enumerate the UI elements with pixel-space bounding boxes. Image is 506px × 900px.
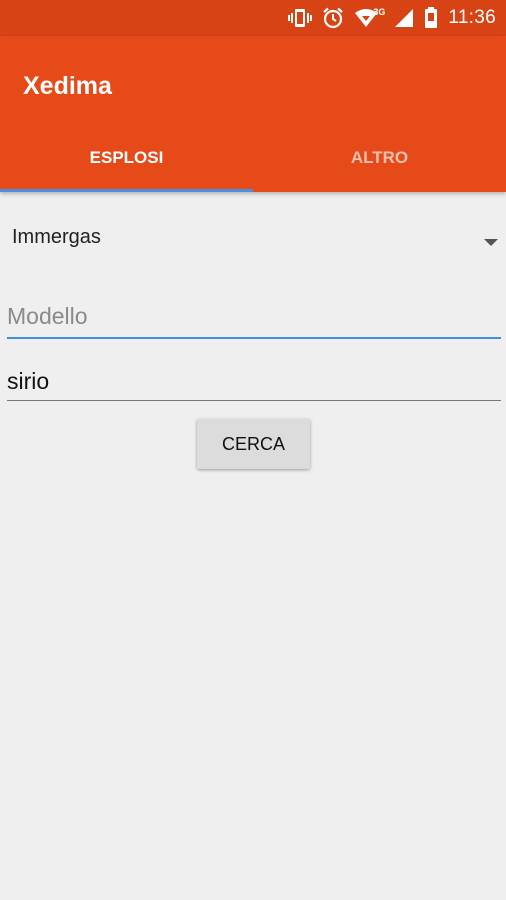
tab-esplosi[interactable]: ESPLOSI [0,124,253,192]
app-bar: Xedima ESPLOSI ALTRO [0,36,506,192]
dropdown-arrow-icon [484,234,498,252]
wifi-icon: 3G [354,7,386,29]
signal-icon [394,8,414,28]
status-icons: 3G 11:36 [288,0,496,36]
tab-altro-label: ALTRO [350,148,409,167]
series-input[interactable] [7,364,501,398]
vibrate-icon [288,7,313,29]
tab-bar: ESPLOSI ALTRO [0,124,506,192]
tab-altro[interactable]: ALTRO [253,124,506,192]
series-field [7,364,501,401]
tab-esplosi-label: ESPLOSI [89,148,164,167]
status-bar: 3G 11:36 [0,0,506,36]
search-button[interactable]: CERCA [197,419,310,469]
tab-indicator [0,189,253,192]
status-clock: 11:36 [448,7,496,28]
battery-icon [424,7,438,29]
alarm-icon [322,7,344,29]
brand-dropdown-value: Immergas [12,226,101,248]
app-title: Xedima [23,72,112,100]
model-field [7,300,501,339]
brand-dropdown[interactable]: Immergas [0,214,506,266]
network-type-label: 3G [373,7,386,17]
model-input[interactable] [7,300,501,333]
